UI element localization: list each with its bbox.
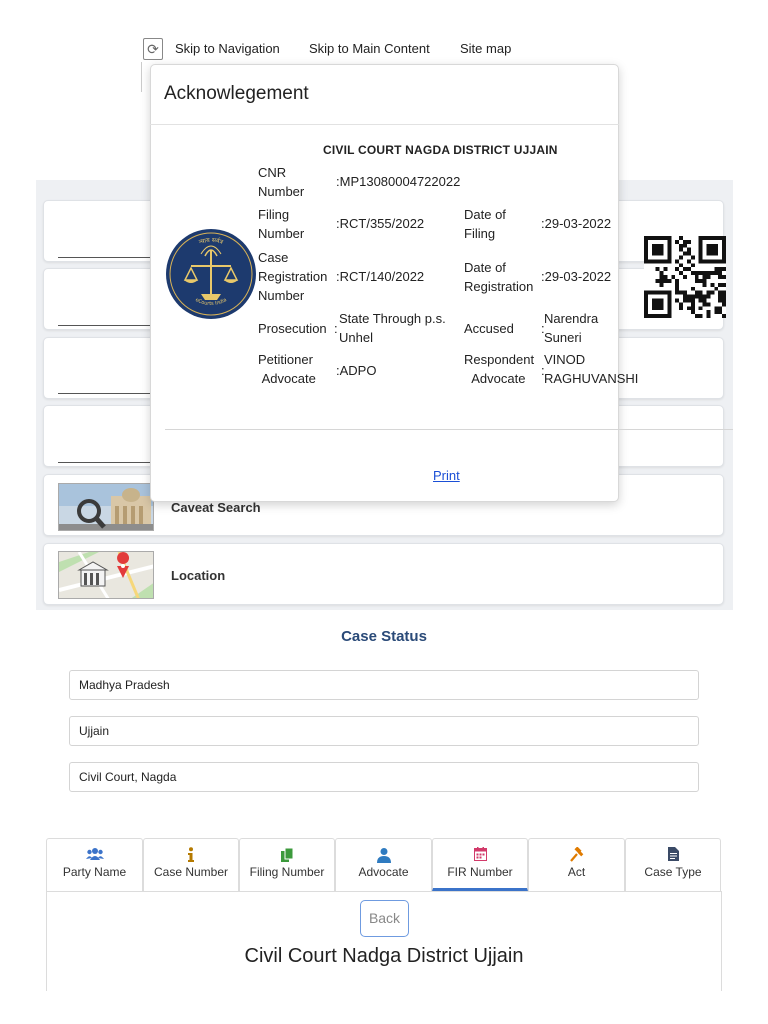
tab-act[interactable]: Act — [528, 838, 625, 891]
users-icon — [85, 848, 104, 860]
accused-value: Narendra Suneri — [544, 311, 599, 345]
district-select[interactable]: Ujjain — [69, 716, 699, 746]
tab-party-name[interactable]: Party Name — [46, 838, 143, 891]
tab-advocate[interactable]: Advocate — [335, 838, 432, 891]
registration-date-value: :29-03-2022 — [541, 269, 612, 284]
court-select[interactable]: Civil Court, Nagda — [69, 762, 699, 792]
state-select[interactable]: Madhya Pradesh — [69, 670, 699, 700]
modal-body-divider — [165, 429, 733, 430]
filing-number-value: :RCT/355/2022 — [336, 216, 425, 231]
petitioner-advocate-label: Petitioner Advocate — [258, 352, 316, 386]
user-icon — [376, 848, 391, 863]
tab-case-number[interactable]: Case Number — [143, 838, 239, 891]
modal-title: Acknowlegement — [164, 83, 309, 104]
tab-label: FIR Number — [447, 865, 513, 879]
filing-date-value: :29-03-2022 — [541, 216, 612, 231]
respondent-advocate-label: Respondent Advocate — [464, 352, 535, 386]
search-tabs: Party Name Case Number Filing Number Adv… — [46, 838, 721, 891]
court-heading: CIVIL COURT NAGDA DISTRICT UJJAIN — [323, 143, 558, 157]
cnr-value: :MP13080004722022 — [336, 174, 461, 189]
tab-case-type[interactable]: Case Type — [625, 838, 721, 891]
location-label: Location — [171, 568, 226, 583]
location-map-image — [58, 551, 154, 599]
tab-fir-number[interactable]: FIR Number — [432, 838, 528, 891]
registration-number-label: Case Registration Number — [258, 250, 328, 303]
gavel-icon — [569, 847, 583, 862]
refresh-icon[interactable]: ⟳ — [143, 38, 163, 60]
divider — [141, 62, 142, 92]
print-link[interactable]: Print — [433, 468, 460, 483]
calendar-icon — [473, 847, 487, 861]
files-icon — [281, 847, 294, 862]
prosecution-value: State Through p.s. Unhel — [339, 311, 446, 345]
registration-date-label: Date of Registration — [464, 260, 534, 294]
tab-filing-number[interactable]: Filing Number — [239, 838, 335, 891]
tab-label: Advocate — [358, 865, 409, 879]
filing-number-label: Filing Number — [258, 207, 305, 241]
tab-label: Act — [567, 865, 586, 879]
tab-label: Case Number — [153, 865, 229, 879]
accused-label: Accused — [464, 321, 514, 336]
qr-code — [644, 236, 726, 318]
caveat-search-label: Caveat Search — [171, 500, 261, 515]
caveat-search-image — [58, 483, 154, 531]
cnr-label: CNR Number — [258, 165, 305, 199]
case-status-title: Case Status — [341, 628, 427, 645]
document-icon — [667, 847, 679, 861]
service-card-underline — [58, 393, 152, 394]
filing-date-label: Date of Filing — [464, 207, 506, 241]
registration-number-value: :RCT/140/2022 — [336, 269, 425, 284]
petitioner-advocate-value: :ADPO — [336, 363, 377, 378]
respondent-advocate-value: VINOD RAGHUVANSHI — [544, 352, 639, 386]
ecourts-emblem: न्याय सर्वत्र eCourts India — [165, 228, 257, 320]
tab-label: Party Name — [62, 865, 127, 879]
service-card-underline — [58, 325, 152, 326]
service-card-underline — [58, 462, 152, 463]
skip-to-navigation-link[interactable]: Skip to Navigation — [175, 41, 280, 56]
tab-label: Filing Number — [249, 865, 325, 879]
service-card-underline — [58, 257, 152, 258]
modal-header-divider — [150, 124, 619, 125]
skip-to-main-content-link[interactable]: Skip to Main Content — [309, 41, 430, 56]
court-name-heading: Civil Court Nadga District Ujjain — [244, 945, 524, 967]
prosecution-label: Prosecution — [258, 321, 327, 336]
site-map-link[interactable]: Site map — [460, 41, 511, 56]
back-button[interactable]: Back — [360, 900, 409, 937]
prosecution-separator: : — [334, 321, 338, 336]
tab-label: Case Type — [644, 865, 702, 879]
info-icon — [188, 847, 194, 862]
